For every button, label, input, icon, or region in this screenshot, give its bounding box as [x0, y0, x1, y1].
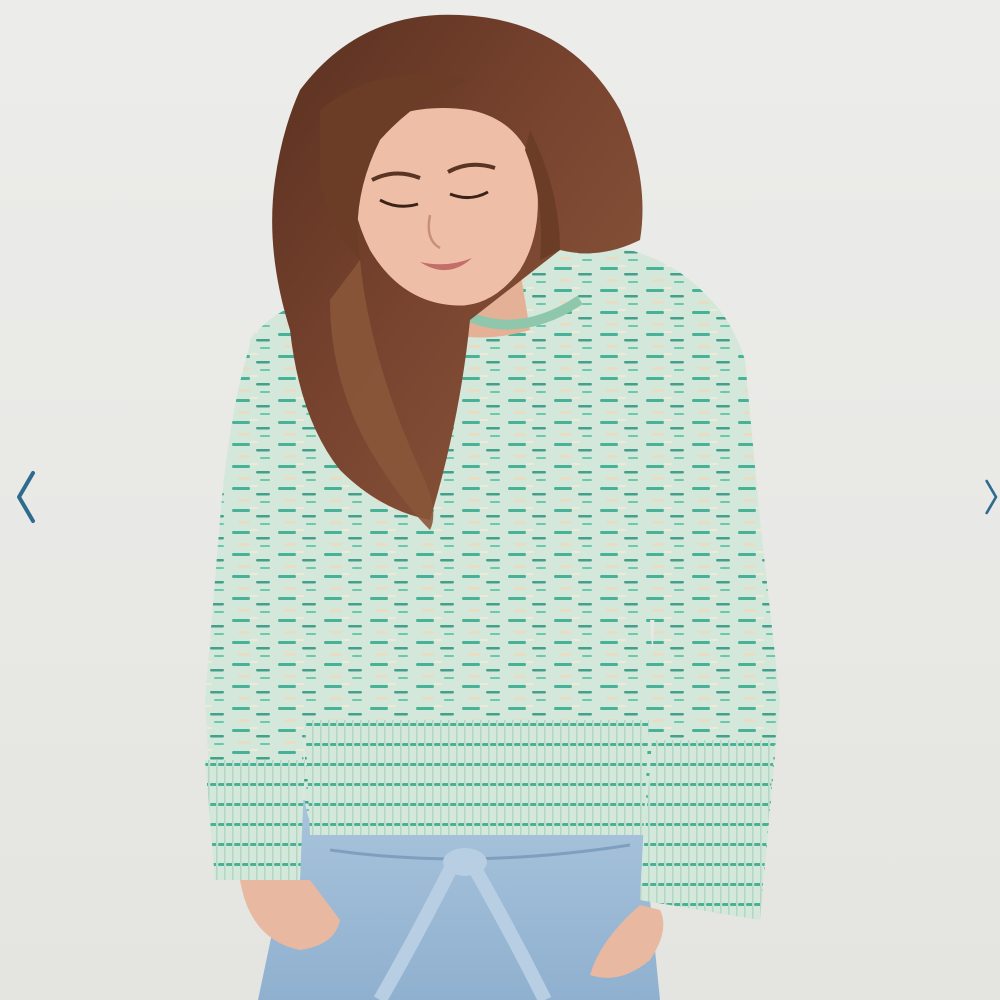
previous-image-button[interactable] — [6, 462, 46, 532]
chevron-left-icon — [17, 471, 35, 523]
image-viewer — [0, 0, 1000, 1000]
next-image-button[interactable] — [980, 462, 1000, 532]
chevron-right-icon — [985, 479, 998, 515]
product-photo — [205, 14, 780, 1000]
